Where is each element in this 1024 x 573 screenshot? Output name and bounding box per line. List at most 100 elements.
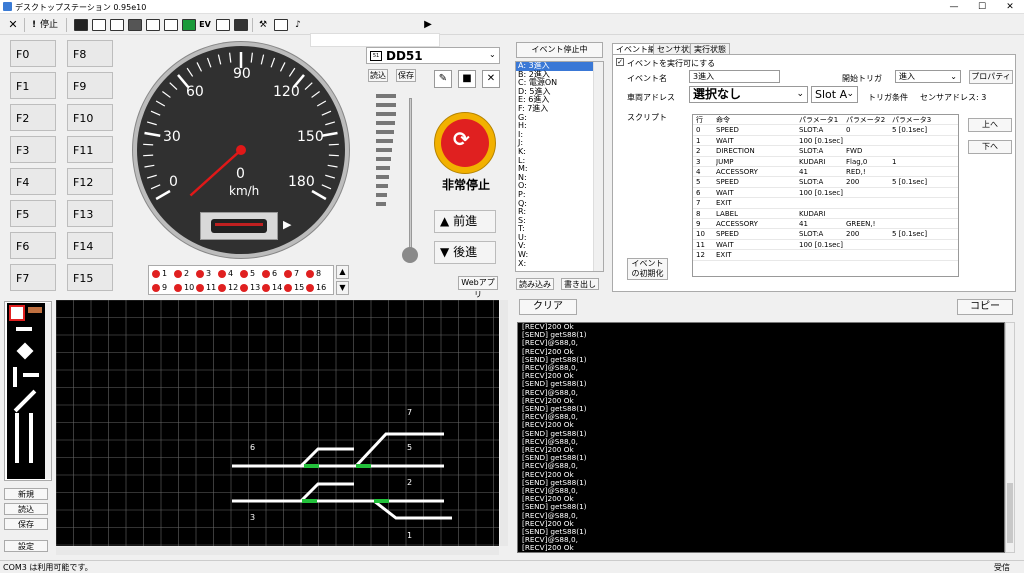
- function-led[interactable]: [262, 270, 270, 278]
- event-list-item[interactable]: Q:: [516, 199, 603, 209]
- table-row[interactable]: 2 DIRECTION SLOT:A FWD: [693, 146, 958, 157]
- signal-icon[interactable]: [182, 19, 196, 31]
- function-button[interactable]: F4: [10, 168, 56, 195]
- panel-icon[interactable]: [146, 19, 160, 31]
- function-led[interactable]: [240, 284, 248, 292]
- function-led[interactable]: [218, 284, 226, 292]
- table-row[interactable]: 9 ACCESSORY 41 GREEN,!: [693, 219, 958, 230]
- emergency-stop-button[interactable]: ⟳: [434, 112, 496, 174]
- turnout-right-icon[interactable]: [29, 413, 33, 463]
- event-list-item[interactable]: R:: [516, 207, 603, 217]
- eraser-tool-icon[interactable]: [28, 307, 42, 313]
- event-list-item[interactable]: L:: [516, 156, 603, 166]
- function-button[interactable]: F12: [67, 168, 113, 195]
- event-name-input[interactable]: 3進入: [689, 70, 780, 83]
- event-list-item[interactable]: U:: [516, 233, 603, 243]
- event-list-item[interactable]: K:: [516, 147, 603, 157]
- event-list-item[interactable]: T:: [516, 225, 603, 234]
- tools-icon[interactable]: ⚒: [256, 17, 270, 33]
- function-button[interactable]: F11: [67, 136, 113, 163]
- function-button[interactable]: F5: [10, 200, 56, 227]
- event-list-item[interactable]: N:: [516, 173, 603, 183]
- function-led[interactable]: [306, 270, 314, 278]
- function-led[interactable]: [174, 270, 182, 278]
- function-led[interactable]: [196, 270, 204, 278]
- layout-save-button[interactable]: 保存: [4, 518, 48, 530]
- loco-save-button[interactable]: 保存: [396, 69, 416, 82]
- move-down-button[interactable]: 下へ: [968, 140, 1012, 154]
- event-list[interactable]: A: 3進入 B: 2進入 C: 電源ON D: 5進入 E: 6進入 F: 7進入 G: H…: [515, 61, 604, 272]
- function-button[interactable]: F3: [10, 136, 56, 163]
- function-led[interactable]: [218, 270, 226, 278]
- diagram-icon[interactable]: [216, 19, 230, 31]
- next-arrow-icon[interactable]: ▶: [283, 218, 291, 231]
- console-scroll-thumb[interactable]: [1007, 483, 1013, 543]
- function-led[interactable]: [284, 284, 292, 292]
- table-row[interactable]: 10 SPEED SLOT:A 200 5 [0.1sec]: [693, 229, 958, 240]
- function-led[interactable]: [284, 270, 292, 278]
- table-row[interactable]: 4 ACCESSORY 41 RED,!: [693, 167, 958, 178]
- init-event-button[interactable]: イベントの初期化: [627, 258, 668, 280]
- backward-button[interactable]: ▼ 後進: [434, 241, 496, 264]
- pointer-tool-icon[interactable]: [9, 305, 25, 321]
- close-window-button[interactable]: ✕: [996, 0, 1024, 14]
- train-icon[interactable]: [128, 19, 142, 31]
- event-status-button[interactable]: イベント停止中: [516, 42, 603, 58]
- table-row[interactable]: 5 SPEED SLOT:A 200 5 [0.1sec]: [693, 177, 958, 188]
- event-list-item[interactable]: F: 7進入: [516, 104, 603, 114]
- table-row[interactable]: 11 WAIT 100 [0.1sec]: [693, 240, 958, 251]
- function-button[interactable]: F9: [67, 72, 113, 99]
- turnout-left-icon[interactable]: [15, 413, 19, 463]
- locomotive-icon[interactable]: [74, 19, 88, 31]
- event-list-item[interactable]: S:: [516, 216, 603, 226]
- function-button[interactable]: F8: [67, 40, 113, 67]
- table-icon[interactable]: [164, 19, 178, 31]
- event-list-item[interactable]: H:: [516, 122, 603, 131]
- copy-button[interactable]: コピー: [957, 299, 1013, 315]
- loco-select[interactable]: 51 DD51 ⌄: [366, 47, 500, 64]
- event-list-item[interactable]: W:: [516, 250, 603, 260]
- diamond-track-icon[interactable]: [16, 342, 34, 360]
- event-list-item[interactable]: P:: [516, 190, 603, 200]
- event-read-button[interactable]: 読み込み: [516, 278, 554, 290]
- function-button[interactable]: F14: [67, 232, 113, 259]
- stop-button[interactable]: 停止: [38, 17, 60, 33]
- layout-new-button[interactable]: 新規: [4, 488, 48, 500]
- function-button[interactable]: F2: [10, 104, 56, 131]
- move-up-button[interactable]: 上へ: [968, 118, 1012, 132]
- address-select[interactable]: 選択なし ⌄: [689, 86, 808, 103]
- script-icon[interactable]: ♪: [292, 17, 304, 33]
- slot-select[interactable]: Slot A ⌄: [811, 86, 858, 103]
- table-row[interactable]: 1 WAIT 100 [0.1sec]: [693, 136, 958, 147]
- function-led[interactable]: [306, 284, 314, 292]
- webapp-button[interactable]: Webアプリ: [458, 276, 498, 299]
- function-button[interactable]: F1: [10, 72, 56, 99]
- palette-scrollbar[interactable]: [45, 303, 51, 479]
- console-scrollbar[interactable]: [1005, 322, 1015, 553]
- script-table[interactable]: 行 命令 パラメータ1 パラメータ2 パラメータ3 0 SPEED SLOT:A 0 5…: [692, 114, 959, 277]
- forward-button[interactable]: ▲ 前進: [434, 210, 496, 233]
- layout-settings-button[interactable]: 設定: [4, 540, 48, 552]
- loco-delete-icon[interactable]: ✕: [482, 70, 500, 88]
- function-led[interactable]: [240, 270, 248, 278]
- diagonal-track-icon[interactable]: [13, 389, 37, 413]
- event-list-item[interactable]: G:: [516, 113, 603, 123]
- function-led[interactable]: [262, 284, 270, 292]
- function-button[interactable]: F13: [67, 200, 113, 227]
- function-button[interactable]: F10: [67, 104, 113, 131]
- function-button[interactable]: F6: [10, 232, 56, 259]
- function-led[interactable]: [152, 284, 160, 292]
- event-list-item[interactable]: M:: [516, 165, 603, 174]
- trigger-select[interactable]: 進入 ⌄: [895, 70, 961, 83]
- function-button[interactable]: F0: [10, 40, 56, 67]
- console-log[interactable]: [RECV]200 Ok [SEND] getS88(1) [RECV]@S88,0…: [517, 322, 1005, 553]
- event-list-item[interactable]: X:: [516, 259, 603, 269]
- event-list-item[interactable]: J:: [516, 139, 603, 148]
- play-bar[interactable]: [310, 33, 440, 47]
- function-led[interactable]: [174, 284, 182, 292]
- layout-load-button[interactable]: 読込: [4, 503, 48, 515]
- table-row[interactable]: 7 EXIT: [693, 198, 958, 209]
- vertical-track-icon[interactable]: [13, 367, 17, 387]
- enable-checkbox[interactable]: ✓: [616, 58, 624, 66]
- table-row[interactable]: 6 WAIT 100 [0.1sec]: [693, 188, 958, 199]
